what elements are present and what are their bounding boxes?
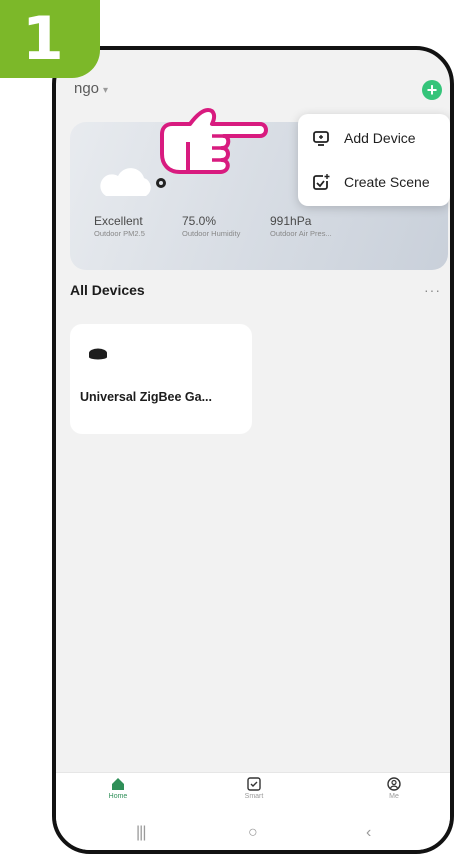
all-devices-title: All Devices: [70, 282, 145, 298]
metric-value: 991hPa: [270, 214, 312, 228]
recents-button[interactable]: |||: [136, 824, 147, 842]
step-number: 1: [22, 4, 64, 74]
home-name-label: ngo: [74, 80, 100, 97]
tab-label: Home: [108, 793, 128, 800]
tab-label: Me: [389, 793, 399, 800]
menu-item-label: Create Scene: [344, 174, 430, 190]
tab-label: Smart: [244, 793, 264, 800]
step-number-badge: 1: [0, 0, 100, 78]
plus-circle-icon[interactable]: +: [422, 80, 442, 100]
metric-humidity: 75.0% Outdoor Humidity: [182, 214, 240, 238]
back-button[interactable]: ‹: [366, 824, 371, 842]
menu-item-create-scene[interactable]: Create Scene: [298, 160, 450, 204]
home-selector[interactable]: ngo ▾: [74, 80, 108, 97]
metric-label: Outdoor PM2.5: [94, 229, 145, 238]
add-device-icon: [313, 131, 329, 146]
metric-value: Excellent: [94, 214, 143, 228]
metric-air-pressure: 991hPa Outdoor Air Pres...: [270, 214, 332, 238]
more-icon[interactable]: ···: [424, 282, 441, 298]
metric-label: Outdoor Air Pres...: [270, 229, 332, 238]
system-nav-bar: ||| ○ ‹: [56, 818, 450, 850]
smart-icon: [247, 777, 261, 791]
home-button[interactable]: ○: [248, 824, 258, 842]
app-screen: ngo ▾ + Excellent Outdoor PM2.5 75.0% Out…: [56, 50, 450, 850]
tab-home[interactable]: Home: [78, 777, 158, 800]
create-scene-icon: [313, 174, 330, 190]
tutorial-page: 1 ngo ▾ + Excellent Outdoor PM2.5 75.0% O…: [0, 0, 458, 858]
pointing-hand-icon: [160, 108, 268, 174]
metric-label: Outdoor Humidity: [182, 229, 241, 238]
device-card[interactable]: Universal ZigBee Ga...: [70, 324, 252, 434]
phone-frame: ngo ▾ + Excellent Outdoor PM2.5 75.0% Out…: [52, 46, 454, 854]
menu-item-label: Add Device: [344, 130, 416, 146]
me-icon: [387, 777, 401, 791]
home-icon: [112, 778, 124, 790]
zigbee-gateway-icon: [89, 348, 107, 360]
bottom-nav: Home Smart Me: [56, 772, 450, 819]
tab-me[interactable]: Me: [354, 777, 434, 800]
metric-value: 75.0%: [182, 214, 217, 228]
cloud-icon: [100, 168, 151, 196]
metric-pm25: Excellent Outdoor PM2.5: [94, 214, 145, 238]
menu-item-add-device[interactable]: Add Device: [298, 116, 450, 160]
device-name: Universal ZigBee Ga...: [80, 390, 212, 404]
chevron-down-icon: ▾: [103, 85, 109, 96]
tab-smart[interactable]: Smart: [214, 777, 294, 800]
add-menu: Add Device Create Scene: [298, 114, 450, 206]
